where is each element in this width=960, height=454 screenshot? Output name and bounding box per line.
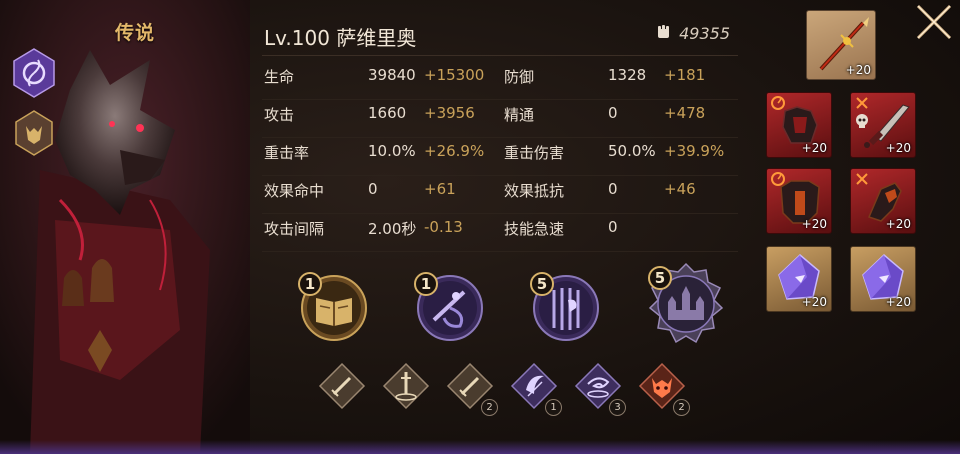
stat-row: 重击率 10.0% +26.9% 重击伤害 50.0% +39.9% bbox=[262, 138, 738, 176]
hero-portrait: 传说 bbox=[0, 0, 250, 454]
equip-slot[interactable]: +20 bbox=[766, 246, 832, 312]
stat-bonus: +3956 bbox=[424, 104, 475, 122]
rarity-label: 传说 bbox=[114, 22, 155, 44]
equip-slot[interactable]: +20 bbox=[850, 92, 916, 158]
skill-level: 1 bbox=[414, 272, 438, 296]
stat-label: 效果抵抗 bbox=[504, 182, 565, 200]
stat-bonus: -0.13 bbox=[424, 218, 463, 236]
stat-label: 重击率 bbox=[264, 144, 310, 162]
stat-row: 生命 39840 +15300 防御 1328 +181 bbox=[262, 62, 738, 100]
rune-count: 3 bbox=[609, 399, 626, 416]
rune-slot[interactable] bbox=[380, 360, 436, 416]
class-badge[interactable] bbox=[14, 110, 58, 160]
stat-bonus: +61 bbox=[424, 180, 456, 198]
stats-table: 生命 39840 +15300 防御 1328 +181 攻击 1660 +39… bbox=[262, 62, 738, 252]
rune-slot[interactable]: 1 bbox=[508, 360, 564, 416]
skill-list: 1 1 5 5 bbox=[290, 262, 740, 352]
rune-count: 2 bbox=[673, 399, 690, 416]
stat-base: 0 bbox=[368, 180, 378, 198]
equip-slot[interactable]: +20 bbox=[850, 246, 916, 312]
power-value: 49355 bbox=[679, 24, 730, 43]
stat-base: 0 bbox=[608, 180, 618, 198]
swirl-element-icon bbox=[13, 48, 55, 98]
equip-slot[interactable]: +20 bbox=[850, 168, 916, 234]
fist-icon bbox=[658, 25, 670, 38]
close-button[interactable] bbox=[912, 2, 956, 42]
sword-icon bbox=[318, 362, 366, 410]
sword-pedestal-icon bbox=[382, 362, 430, 410]
stat-label: 精通 bbox=[504, 106, 535, 124]
stat-row: 攻击 1660 +3956 精通 0 +478 bbox=[262, 100, 738, 138]
stat-label: 重击伤害 bbox=[504, 144, 565, 162]
equip-slot[interactable]: +20 bbox=[766, 92, 832, 158]
stat-base: 0 bbox=[608, 104, 618, 122]
stat-bonus: +15300 bbox=[424, 66, 485, 84]
skull-icon bbox=[856, 114, 868, 128]
crossed-blades-icon bbox=[856, 97, 868, 109]
beast-class-icon bbox=[15, 110, 53, 156]
stat-bonus: +181 bbox=[664, 66, 706, 84]
stat-base: 10.0% bbox=[368, 142, 416, 160]
skill-level: 5 bbox=[648, 266, 672, 290]
stat-label: 攻击间隔 bbox=[264, 220, 325, 238]
stat-base: 1328 bbox=[608, 66, 647, 84]
skill-slot[interactable]: 1 bbox=[294, 268, 370, 344]
stat-base: 1660 bbox=[368, 104, 407, 122]
stat-base: 2.00秒 bbox=[368, 220, 417, 238]
hero-header: Lv.100 萨维里奥 49355 bbox=[262, 20, 738, 56]
rune-slot[interactable]: 3 bbox=[572, 360, 628, 416]
hero-detail-panel: 传说 Lv.100 萨维里奥 49355 生命 39840 +15300 防御 … bbox=[0, 0, 960, 454]
rune-list: 2 1 3 2 bbox=[316, 360, 716, 416]
skill-level: 5 bbox=[530, 272, 554, 296]
element-badge[interactable] bbox=[12, 48, 56, 98]
stat-label: 技能急速 bbox=[504, 220, 565, 238]
stat-bonus: +46 bbox=[664, 180, 696, 198]
stat-label: 攻击 bbox=[264, 106, 295, 124]
rune-slot[interactable]: 2 bbox=[444, 360, 500, 416]
equip-slot[interactable]: +20 bbox=[766, 168, 832, 234]
swirl-set-icon bbox=[771, 172, 785, 186]
bottom-glow bbox=[0, 440, 960, 454]
enhance-level: +20 bbox=[845, 63, 871, 77]
stat-row: 效果命中 0 +61 效果抵抗 0 +46 bbox=[262, 176, 738, 214]
rune-count: 1 bbox=[545, 399, 562, 416]
skill-slot-ultimate[interactable]: 5 bbox=[642, 260, 730, 348]
enhance-level: +20 bbox=[801, 217, 827, 231]
stat-bonus: +478 bbox=[664, 104, 706, 122]
rune-count: 2 bbox=[481, 399, 498, 416]
skill-slot[interactable]: 1 bbox=[410, 268, 486, 344]
stat-bonus: +26.9% bbox=[424, 142, 485, 160]
hero-name: Lv.100 萨维里奥 bbox=[264, 26, 417, 50]
stat-label: 效果命中 bbox=[264, 182, 325, 200]
close-icon bbox=[916, 4, 952, 40]
weapon-slot[interactable]: +20 bbox=[806, 10, 876, 80]
enhance-level: +20 bbox=[885, 295, 911, 309]
stat-base: 50.0% bbox=[608, 142, 656, 160]
stat-label: 生命 bbox=[264, 68, 295, 86]
enhance-level: +20 bbox=[801, 295, 827, 309]
stat-base: 0 bbox=[608, 218, 618, 236]
enhance-level: +20 bbox=[801, 141, 827, 155]
skill-level: 1 bbox=[298, 272, 322, 296]
stat-label: 防御 bbox=[504, 68, 535, 86]
stat-row: 攻击间隔 2.00秒 -0.13 技能急速 0 bbox=[262, 214, 738, 252]
rune-slot[interactable]: 2 bbox=[636, 360, 692, 416]
stat-bonus: +39.9% bbox=[664, 142, 725, 160]
enhance-level: +20 bbox=[885, 217, 911, 231]
rune-slot[interactable] bbox=[316, 360, 372, 416]
enhance-level: +20 bbox=[885, 141, 911, 155]
combat-power: 49355 bbox=[655, 24, 730, 43]
stat-base: 39840 bbox=[368, 66, 416, 84]
skill-slot[interactable]: 5 bbox=[526, 268, 602, 344]
crossed-blades-icon bbox=[856, 173, 868, 185]
swirl-set-icon bbox=[771, 96, 785, 110]
